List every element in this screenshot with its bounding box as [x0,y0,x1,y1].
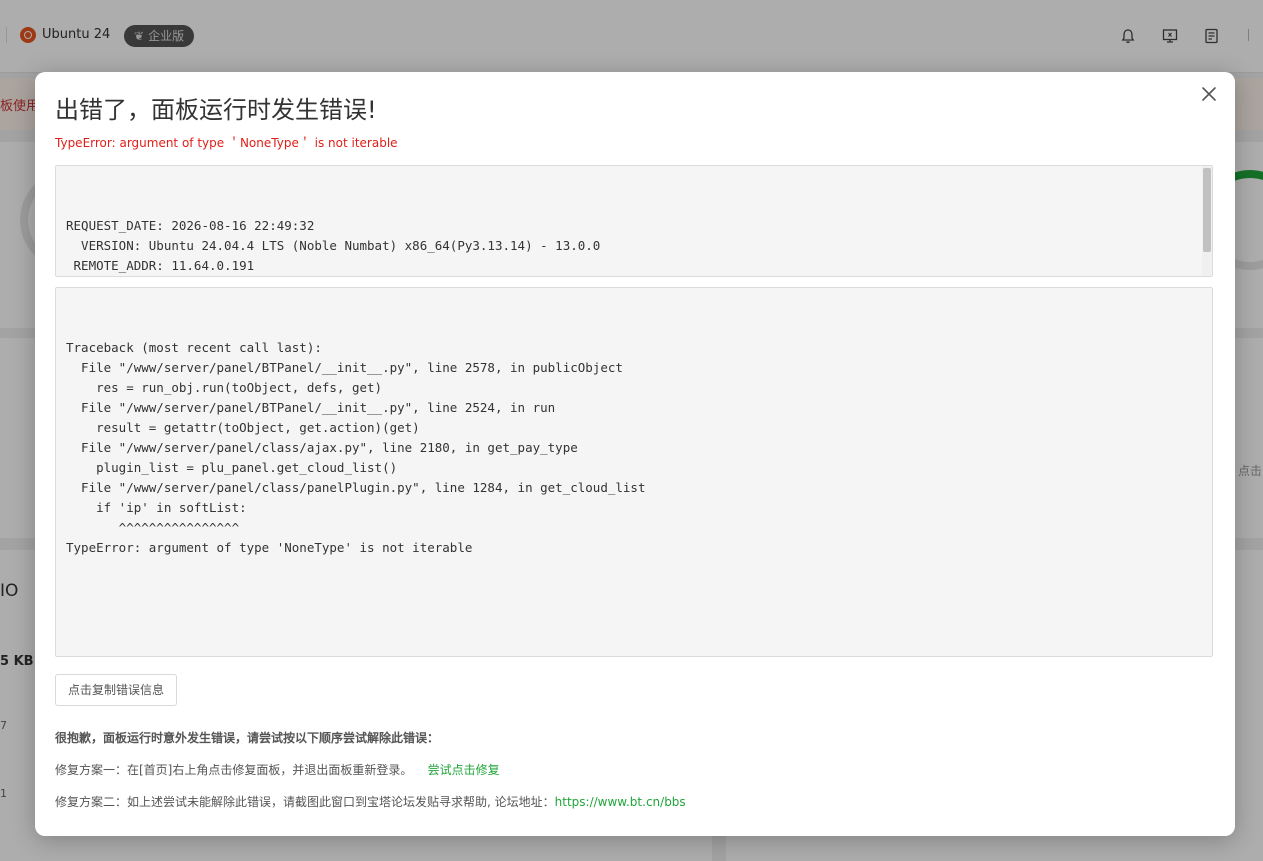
request-info-text: REQUEST_DATE: 2026-08-16 22:49:32 VERSIO… [66,218,601,273]
request-info-box[interactable]: REQUEST_DATE: 2026-08-16 22:49:32 VERSIO… [55,165,1213,277]
try-repair-link[interactable]: 尝试点击修复 [428,763,500,777]
error-dialog: 出错了，面板运行时发生错误! TypeError: argument of ty… [35,72,1235,836]
close-icon[interactable] [1199,84,1219,104]
dialog-title: 出错了，面板运行时发生错误! [55,96,377,124]
help-title: 很抱歉，面板运行时意外发生错误，请尝试按以下顺序尝试解除此错误： [55,731,440,745]
fix-option-2: 修复方案二：如上述尝试未能解除此错误，请截图此窗口到宝塔论坛发贴寻求帮助, 论坛… [55,793,686,810]
fix-option-2-text: 修复方案二：如上述尝试未能解除此错误，请截图此窗口到宝塔论坛发贴寻求帮助, 论坛… [55,795,555,809]
scrollbar-thumb[interactable] [1203,168,1211,252]
scrollbar[interactable] [1202,166,1212,276]
forum-link[interactable]: https://www.bt.cn/bbs [555,795,686,809]
fix-option-1: 修复方案一：在[首页]右上角点击修复面板，并退出面板重新登录。 尝试点击修复 [55,761,500,778]
traceback-box[interactable]: Traceback (most recent call last): File … [55,287,1213,657]
copy-error-button[interactable]: 点击复制错误信息 [55,674,178,706]
fix-option-1-text: 修复方案一：在[首页]右上角点击修复面板，并退出面板重新登录。 [55,763,413,777]
traceback-text: Traceback (most recent call last): File … [66,340,646,555]
error-message: TypeError: argument of type ＇NoneType＇ i… [55,136,398,150]
